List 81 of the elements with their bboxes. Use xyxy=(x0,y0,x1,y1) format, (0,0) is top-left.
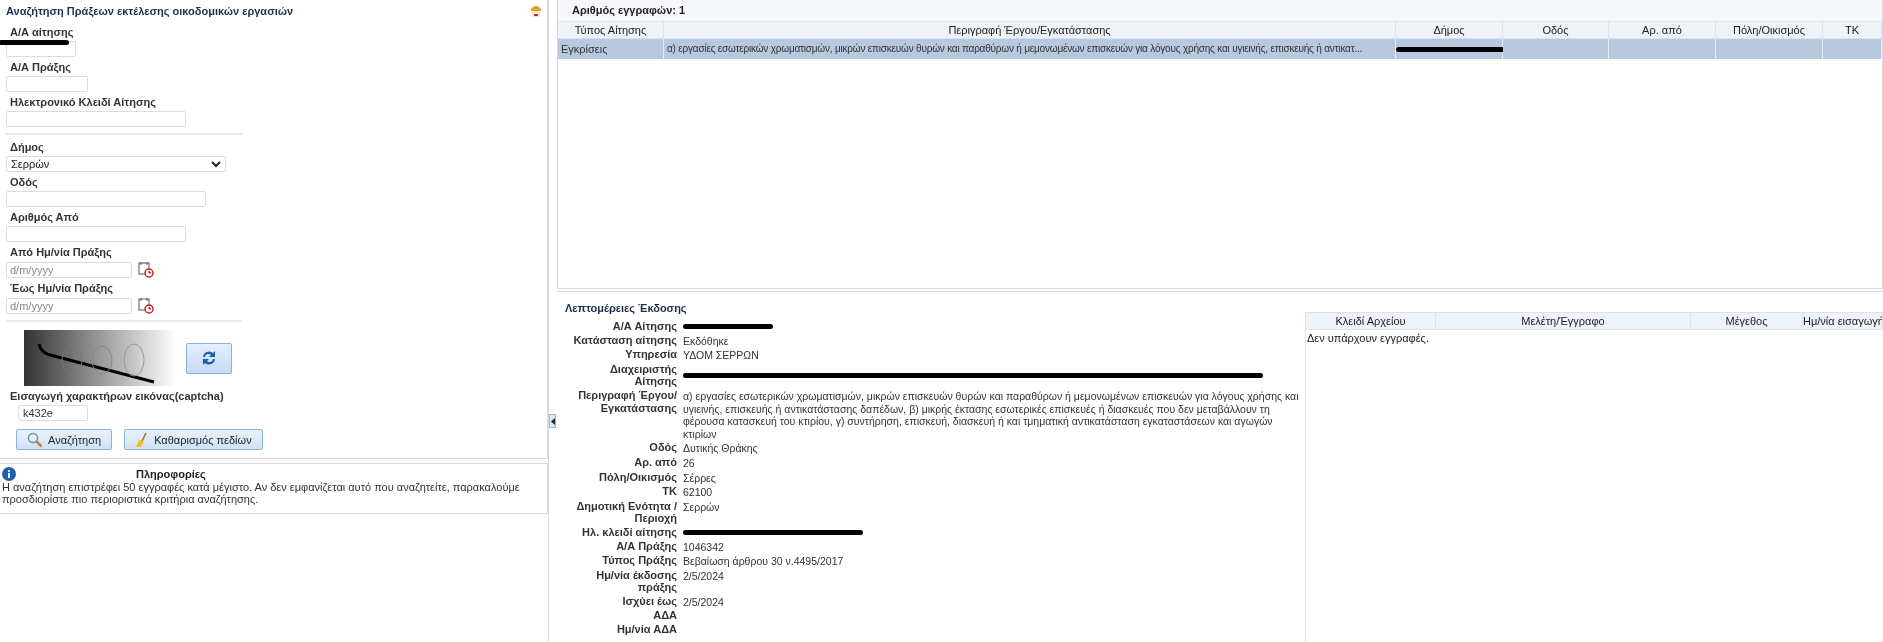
detail-label: Ημ/νία ΑΔΑ xyxy=(615,623,677,636)
record-count: Αριθμός εγγραφών: 1 xyxy=(558,0,1882,22)
column-header[interactable]: Τύπος Αίτησης xyxy=(558,22,664,39)
detail-label: Περιγραφή Έργου/ Εγκατάστασης xyxy=(577,388,677,416)
detail-label: Αρ. από xyxy=(633,455,677,470)
detail-value: 62100 xyxy=(683,485,714,499)
info-title: Πληροφορίες xyxy=(136,468,206,480)
collapse-button[interactable] xyxy=(549,414,556,428)
refresh-button[interactable] xyxy=(186,342,232,374)
date-field[interactable]: d/m/yyyy xyxy=(6,261,132,278)
calendar-clock-icon[interactable] xyxy=(138,297,154,314)
helmet-icon[interactable] xyxy=(529,4,543,18)
detail-value: Σέρρες xyxy=(683,470,717,485)
detail-value: 2/5/2024 xyxy=(683,568,725,584)
search-button[interactable]: Αναζήτηση xyxy=(16,429,113,450)
detail-value: 1046342 xyxy=(683,539,725,554)
detail-label: Ηλ. κλειδί αίτησης xyxy=(581,525,677,539)
field-label: Α/Α αίτησης xyxy=(10,26,75,38)
detail-label: Υπηρεσία xyxy=(624,348,677,362)
column-header[interactable]: Οδός xyxy=(1503,22,1609,39)
detail-label: ΤΚ xyxy=(661,485,677,499)
input-field[interactable] xyxy=(6,76,88,92)
field-label: Από Ημ/νία Πράξης xyxy=(10,246,113,258)
field-label: Εισαγωγή χαρακτήρων εικόνας(captcha) xyxy=(10,390,225,402)
detail-value: 2/5/2024 xyxy=(683,594,725,609)
detail-label: Πόλη/Οικισμός xyxy=(597,470,677,485)
detail-value: Σερρών xyxy=(683,499,721,515)
detail-value: Βεβαίωση άρθρου 30 ν.4495/2017 xyxy=(683,554,845,568)
panel-title: Αναζήτηση Πράξεων εκτέλεσης οικοδομικών εργασιών xyxy=(6,5,294,17)
table-cell[interactable] xyxy=(1503,39,1609,59)
broom-icon xyxy=(135,431,150,448)
table-cell[interactable] xyxy=(1823,39,1882,59)
column-header[interactable]: Πόλη/Οικισμός xyxy=(1716,22,1823,39)
detail-label: Οδός xyxy=(648,441,677,455)
clear-button[interactable]: Καθαρισμός πεδίων xyxy=(124,429,263,450)
column-header[interactable]: Αρ. από xyxy=(1609,22,1716,39)
dropdown[interactable]: Σερρών xyxy=(6,156,226,172)
info-text: Η αναζήτηση επιστρέφει 50 εγγραφές κατά μέγιστο. Αν δεν εμφανίζεται αυτό που αναζητείτε, παρακαλούμε προσδιορίστε πιο περιοριστικά κριτήρια αναζήτησης. xyxy=(2,481,521,505)
field-label: Δήμος xyxy=(10,141,45,153)
refresh-icon xyxy=(200,349,218,367)
input-field[interactable] xyxy=(6,226,186,242)
field-label: Οδός xyxy=(10,176,39,188)
table-cell[interactable]: Εγκρίσεις xyxy=(558,39,664,59)
table-cell[interactable] xyxy=(1609,39,1716,59)
detail-label: Δημοτική Ενότητα / Περιοχή xyxy=(575,499,677,525)
table-cell[interactable]: α) εργασίες εσωτερικών χρωματισμών, μικρών επισκευών θυρών και παραθύρων ή μεμονωμένων επισκευών για λόγους χρήσης και υγιεινής, επισκευής ή αντικατ... xyxy=(664,39,1396,59)
detail-label: Α/Α Πράξης xyxy=(615,539,677,554)
column-header[interactable]: Δήμος xyxy=(1396,22,1503,39)
chevron-down-icon xyxy=(211,160,221,168)
detail-value: α) εργασίες εσωτερικών χρωματισμών, μικρών επισκευών θυρών και παραθύρων ή μεμονωμένων επισκευών για λόγους χρήσης και υγιεινής, επισκευής ή αντικατάστασης δαπέδων, β) μικρής έκτασης εσωτερικές επισκευές ή διασκευές που δεν μεταβάλλουν τη φέρουσα κατασκευή του κτιρίου, γ) συντήρηση, επισκευή, διασκευή ή και τμηματική αντικατάσταση εγκαταστάσεων και αγωγών κτιρίων xyxy=(683,388,1300,441)
field-label: Ηλεκτρονικό Κλειδί Αίτησης xyxy=(10,96,157,108)
detail-label: Ισχύει έως xyxy=(621,594,677,609)
detail-label: ΑΔΑ xyxy=(652,609,677,623)
column-header[interactable]: Κλειδί Αρχείου xyxy=(1306,313,1436,330)
detail-value: Εκδόθηκε xyxy=(683,333,730,348)
detail-value: Δυτικής Θράκης xyxy=(683,441,759,455)
detail-label: Κατάσταση αίτησης xyxy=(572,333,677,348)
detail-label: Α/Α Αίτησης xyxy=(611,320,677,333)
detail-label: Τύπος Πράξης xyxy=(601,554,677,568)
detail-label: Ημ/νία έκδοσης πράξης xyxy=(595,568,677,594)
field-label: Α/Α Πράξης xyxy=(10,61,72,73)
field-label: Έως Ημ/νία Πράξης xyxy=(10,282,115,294)
detail-value: ΥΔΟΜ ΣΕΡΡΩΝ xyxy=(683,348,760,362)
table-cell[interactable] xyxy=(1716,39,1823,59)
column-header[interactable]: ΤΚ xyxy=(1823,22,1882,39)
column-header[interactable]: Περιγραφή Έργου/Εγκατάστασης xyxy=(664,22,1396,39)
empty-message: Δεν υπάρχουν εγγραφές. xyxy=(1306,331,1430,346)
captcha-field[interactable]: k432e xyxy=(18,405,88,421)
section-title: Λεπτομέρειες Έκδοσης xyxy=(565,302,688,314)
column-header[interactable]: Μέγεθος xyxy=(1691,313,1803,330)
calendar-clock-icon[interactable] xyxy=(138,261,154,278)
caret-left-icon xyxy=(550,417,555,425)
field-label: Αριθμός Από xyxy=(10,211,80,223)
search-icon xyxy=(27,431,43,448)
info-icon xyxy=(2,467,16,481)
detail-label: Διαχειριστής Αίτησης xyxy=(608,362,677,388)
column-header[interactable]: Μελέτη/Έγγραφο xyxy=(1436,313,1691,330)
input-field[interactable] xyxy=(6,191,206,207)
detail-value: 26 xyxy=(683,455,696,470)
input-field[interactable] xyxy=(6,111,186,127)
date-field[interactable]: d/m/yyyy xyxy=(6,297,132,314)
